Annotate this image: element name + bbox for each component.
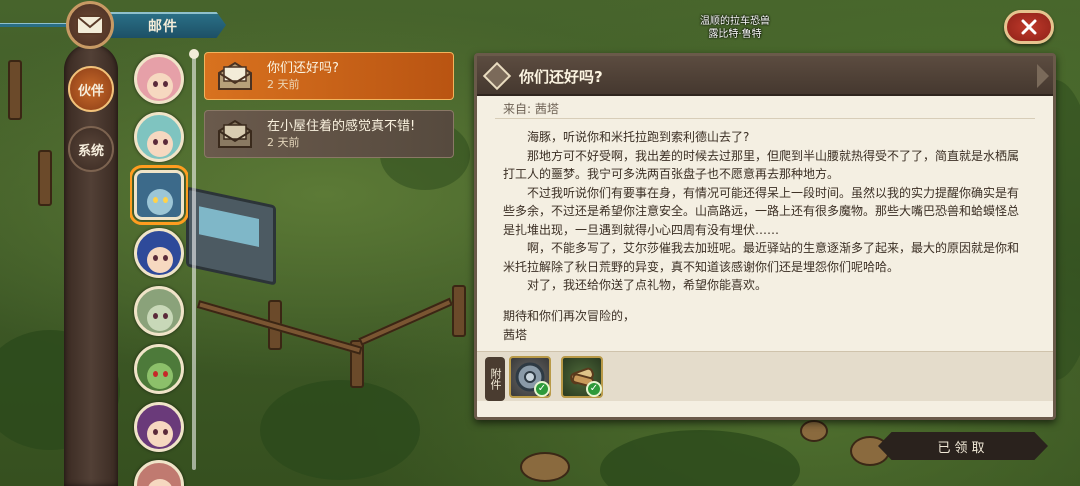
mail-time: 2 天前 (267, 78, 300, 91)
opened-envelope-icon (218, 61, 252, 90)
mail-list-item-active[interactable]: 你们还好吗? 2 天前 (204, 52, 454, 100)
mail-subject: 在小屋住着的感觉真不错! (267, 119, 416, 134)
letter-header: 你们还好吗? (477, 56, 1053, 96)
sender-avatar[interactable] (134, 112, 184, 162)
tab-system-label: 系统 (77, 143, 104, 159)
letter-sender: 来自: 茜塔 (503, 102, 559, 116)
sender-avatar-list (130, 48, 188, 486)
page-title: 邮件 (148, 19, 178, 35)
tab-system[interactable]: 系统 (68, 126, 114, 172)
letter-paragraph: 不过我听说你们有要事在身，有情况可能还得呆上一段时间。虽然以我的实力提醒你确实是… (503, 185, 1020, 237)
location-label: 温顺的拉车恐兽 露比特·鲁特 (690, 15, 780, 41)
sender-avatar[interactable] (134, 460, 184, 486)
attachments-bar: 附件 ✓ ✓ (477, 351, 1053, 401)
close-icon (1021, 19, 1037, 35)
header-arrow-icon (1037, 64, 1049, 88)
letter-body: 海豚，听说你和米托拉跑到索利德山去了? 那地方可不好受啊，我出差的时候去过那里，… (503, 128, 1023, 295)
tab-partners[interactable]: 伙伴 (68, 66, 114, 112)
claimed-check-icon: ✓ (586, 381, 602, 397)
attachments-label: 附件 (485, 357, 505, 401)
claimed-button[interactable]: 已领取 (878, 432, 1048, 460)
tab-partners-label: 伙伴 (77, 83, 104, 99)
sender-avatar[interactable] (134, 54, 184, 104)
letter-paragraph: 那地方可不好受啊，我出差的时候去过那里，但爬到半山腰就热得受不了了，简直就是水栖… (503, 148, 1020, 182)
avatar-scrollbar[interactable] (192, 50, 196, 470)
diamond-icon (482, 61, 512, 91)
letter-signoff: 期待和你们再次冒险的， 茜塔 (503, 307, 635, 344)
location-name: 温顺的拉车恐兽 (700, 16, 770, 27)
letter-closing: 期待和你们再次冒险的， (503, 309, 636, 323)
avatar-scrollbar-thumb[interactable] (189, 49, 199, 59)
letter-panel: 你们还好吗? 来自: 茜塔 海豚，听说你和米托拉跑到索利德山去了? 那地方可不好… (474, 53, 1056, 420)
opened-envelope-icon (218, 119, 252, 148)
letter-paragraph: 啊，不能多写了，艾尔莎催我去加班呢。最近驿站的生意逐渐多了起来，最大的原因就是你… (503, 241, 1020, 274)
water-trough (186, 186, 276, 286)
page-title-banner: 邮件 (108, 12, 226, 38)
letter-title: 你们还好吗? (519, 68, 603, 86)
attachment-item[interactable]: ✓ (561, 356, 603, 398)
title-line (0, 23, 72, 27)
letter-paragraph: 海豚，听说你和米托拉跑到索利德山去了? (527, 130, 750, 144)
close-button[interactable] (1004, 10, 1054, 44)
sender-avatar[interactable] (134, 286, 184, 336)
letter-paragraph: 对了，我还给你送了点礼物，希望你能喜欢。 (527, 278, 768, 292)
location-npc-name: 露比特·鲁特 (708, 29, 762, 40)
sender-avatar[interactable] (134, 402, 184, 452)
claimed-check-icon: ✓ (534, 381, 550, 397)
mail-list-item[interactable]: 在小屋住着的感觉真不错! 2 天前 (204, 110, 454, 158)
divider (495, 118, 1035, 119)
sender-avatar-selected[interactable] (130, 165, 188, 225)
sender-avatar[interactable] (134, 228, 184, 278)
mail-subject: 你们还好吗? (267, 61, 339, 76)
attachment-item[interactable]: ✓ (509, 356, 551, 398)
letter-signature: 茜塔 (503, 327, 528, 342)
mail-time: 2 天前 (267, 136, 300, 149)
mail-icon (66, 1, 114, 49)
sender-avatar[interactable] (134, 344, 184, 394)
